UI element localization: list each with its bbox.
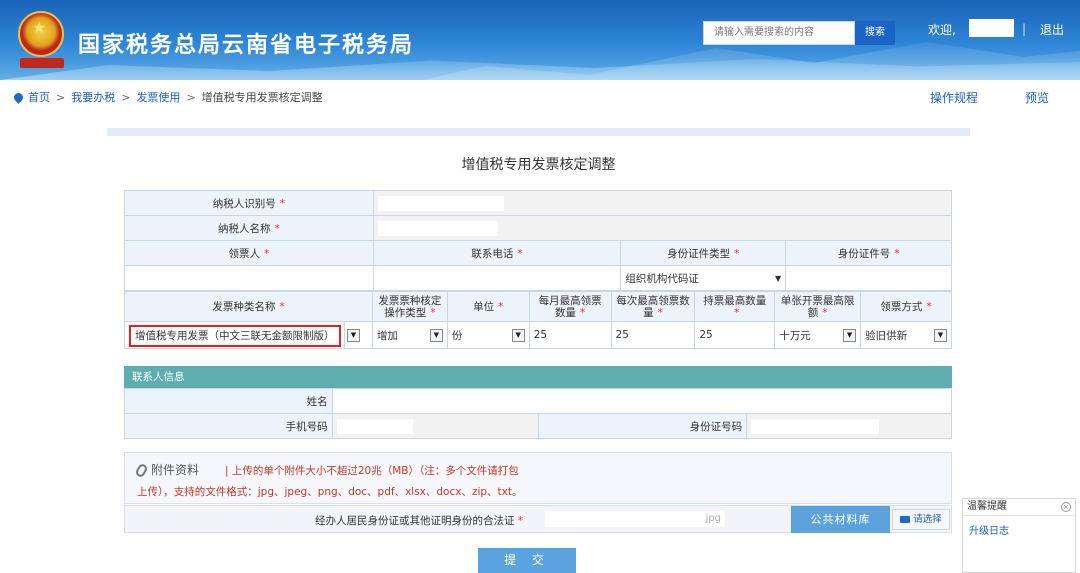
logout-link[interactable]: 退出 (1040, 21, 1064, 38)
contact-table: 姓名 手机号码 身份证号码 (124, 388, 953, 439)
caret-down-icon: ▼ (775, 273, 782, 283)
attachment-note-2: 上传），支持的文件格式：jpg、jpeg、png、doc、pdf、xlsx、do… (137, 486, 523, 498)
user-name-field (969, 19, 1014, 37)
phone-label: 联系电话 * (372, 240, 622, 266)
breadcrumb-home[interactable]: 首页 (28, 91, 50, 104)
taxpayer-id-field (372, 190, 953, 216)
contact-name-input[interactable] (331, 388, 953, 414)
hold-max-header: 持票最高数量* (694, 291, 776, 322)
site-title: 国家税务总局云南省电子税务局 (78, 33, 415, 58)
header-separator: | (1022, 22, 1027, 36)
dropdown-arrow-icon: ▼ (843, 328, 857, 342)
op-type-select[interactable]: 增加 ▼ (371, 321, 448, 349)
contact-mobile-label: 手机号码 (124, 413, 333, 439)
op-type-header: 发票票种核定操作类型 * (371, 291, 448, 322)
emblem-caption-ribbon (20, 58, 64, 68)
contact-id-label: 身份证号码 (538, 413, 748, 439)
paperclip-icon (134, 462, 149, 479)
monthly-max-input[interactable]: 25 (528, 321, 612, 349)
guide-link[interactable]: 操作规程 (930, 89, 978, 106)
dropdown-arrow-icon: ▼ (934, 328, 947, 342)
method-select[interactable]: 验旧供新 ▼ (860, 321, 952, 349)
notice-link-upgrade-log[interactable]: 升级日志 (963, 516, 1075, 537)
contact-mobile-input[interactable] (331, 413, 540, 439)
method-value: 验旧供新 (865, 329, 908, 342)
form-title: 增值税专用发票核定调整 (461, 157, 616, 173)
attachment-title: 附件资料 (134, 461, 199, 479)
id-number-input[interactable] (785, 265, 952, 291)
single-limit-value: 十万元 (779, 329, 811, 342)
upload-row: 经办人居民身份证或其他证明身份的合法证 * jpg 公共材料库 请选择 (124, 505, 952, 533)
invoice-table: 发票种类名称 * 发票票种核定操作类型 * 单位 * 每月最高领票数量 * 每次最高领票… (124, 291, 952, 349)
single-limit-header: 单张开票最高限额 * (774, 291, 862, 322)
each-max-header: 每次最高领票数量 * (610, 291, 696, 322)
id-type-label: 身份证件类型 * (620, 240, 787, 266)
welcome-text: 欢迎, (928, 23, 956, 37)
phone-input[interactable] (372, 265, 622, 291)
id-type-select[interactable]: 组织机构代码证 ▼ (620, 265, 787, 291)
invoice-type-dropdown[interactable]: ▼ (343, 321, 373, 349)
hold-max-input[interactable]: 25 (694, 321, 776, 349)
each-max-input[interactable]: 25 (610, 321, 696, 349)
single-limit-select[interactable]: 十万元 ▼ (774, 321, 862, 349)
invoice-type-value: 增值税专用发票（中文三联无金额限制版） (129, 324, 341, 347)
search-button[interactable]: 搜索 (855, 21, 895, 45)
notice-box: 温馨提醒 × 升级日志 (962, 498, 1076, 573)
dropdown-arrow-icon: ▼ (346, 329, 360, 342)
choose-file-button[interactable]: 请选择 (892, 509, 950, 530)
close-icon[interactable]: × (1061, 502, 1071, 512)
breadcrumb-current: 增值税专用发票核定调整 (201, 91, 323, 104)
submit-button[interactable]: 提 交 (478, 548, 576, 573)
monthly-max-header: 每月最高领票数量 * (528, 291, 612, 322)
recipient-label: 领票人 * (124, 240, 374, 266)
breadcrumb-separator: > (56, 91, 66, 104)
location-pin-icon (12, 91, 25, 104)
attachment-note-1: | 上传的单个附件大小不超过20兆（MB）（注：多个文件请打包 (225, 465, 519, 477)
attachment-section: 附件资料 | 上传的单个附件大小不超过20兆（MB）（注：多个文件请打包 上传）… (124, 452, 952, 504)
folder-icon (900, 516, 911, 523)
site-header: ★ 国家税务总局云南省电子税务局 请输入需要搜索的内容 搜索 欢迎, | 退出 (0, 0, 1080, 80)
unit-header: 单位 * (446, 291, 530, 322)
breadcrumb-separator: > (121, 91, 131, 104)
id-number-label: 身份证件号 * (785, 240, 952, 266)
notice-title: 温馨提醒 (967, 501, 1007, 512)
notice-header: 温馨提醒 × (963, 499, 1075, 516)
dropdown-arrow-icon: ▼ (429, 328, 443, 342)
method-header: 领票方式 * (860, 291, 952, 322)
preview-link[interactable]: 预览 (1025, 89, 1049, 106)
taxpayer-name-field (372, 215, 953, 241)
contact-name-label: 姓名 (124, 388, 333, 414)
taxpayer-name-label: 纳税人名称 * (124, 215, 374, 241)
breadcrumb-tax[interactable]: 我要办税 (71, 91, 115, 104)
uploaded-file-name: jpg (545, 511, 725, 527)
breadcrumb-separator: > (186, 91, 196, 104)
dropdown-arrow-icon: ▼ (511, 328, 525, 342)
public-library-button[interactable]: 公共材料库 (791, 506, 890, 533)
search-input[interactable]: 请输入需要搜索的内容 (703, 21, 855, 45)
panel-top-bar (107, 128, 970, 136)
taxpayer-table: 纳税人识别号 * 纳税人名称 * 领票人 * 联系电话 * 身份证件类型 * 身份证件号 *… (124, 190, 953, 291)
contact-section-header: 联系人信息 (124, 366, 952, 388)
invoice-type-cell[interactable]: 增值税专用发票（中文三联无金额限制版） (124, 321, 345, 349)
upload-label: 经办人居民身份证或其他证明身份的合法证 * (315, 515, 524, 527)
unit-select[interactable]: 份 ▼ (446, 321, 530, 349)
invoice-type-header: 发票种类名称 * (124, 291, 373, 322)
contact-id-input[interactable] (746, 413, 952, 439)
id-type-value: 组织机构代码证 (625, 272, 699, 285)
taxpayer-id-label: 纳税人识别号 * (124, 190, 374, 216)
unit-value: 份 (451, 329, 463, 342)
recipient-input[interactable] (124, 265, 374, 291)
emblem-star-icon: ★ (32, 18, 47, 37)
op-type-value: 增加 (376, 329, 398, 342)
breadcrumb: 首页 > 我要办税 > 发票使用 > 增值税专用发票核定调整 (12, 89, 323, 105)
breadcrumb-invoice[interactable]: 发票使用 (136, 91, 180, 104)
